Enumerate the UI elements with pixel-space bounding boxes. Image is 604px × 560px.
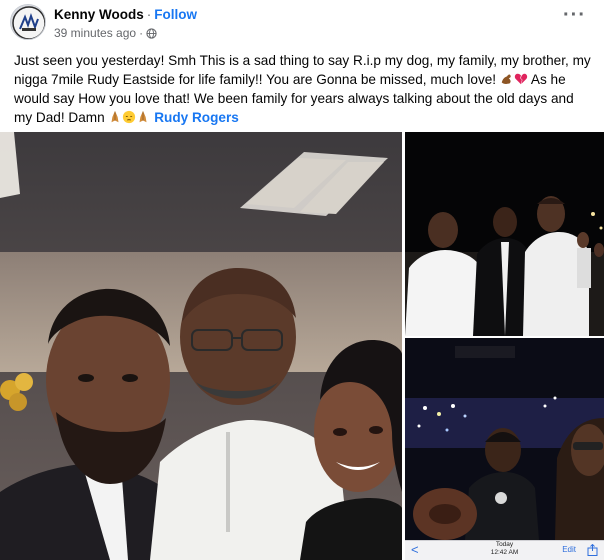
globe-icon[interactable] [146,27,157,39]
folded-hands-emoji-icon [139,110,147,123]
photo-top-right[interactable] [405,132,604,336]
flexed-biceps-emoji-icon [501,74,511,84]
phone-edit-button[interactable]: Edit [562,545,576,554]
photo-grid: < Today 12:42 AM Edit [0,132,604,560]
broken-heart-emoji-icon [514,73,528,85]
meta-separator: · [139,26,144,40]
more-options-icon[interactable]: ··· [563,5,586,25]
post-meta: 39 minutes ago · [54,26,157,40]
photo-bottom-right[interactable]: < Today 12:42 AM Edit [405,338,604,560]
author-line: Kenny Woods · Follow [54,7,197,22]
share-icon[interactable] [587,544,598,556]
author-avatar[interactable] [10,4,46,40]
post-header: Kenny Woods · Follow 39 minutes ago · ··· [0,0,604,44]
post-timestamp[interactable]: 39 minutes ago [54,26,136,40]
author-name[interactable]: Kenny Woods [54,7,144,22]
photo-main[interactable] [0,132,402,560]
pensive-face-emoji-icon [123,110,136,124]
tagged-person-link[interactable]: Rudy Rogers [154,110,239,125]
phone-toolbar: < Today 12:42 AM Edit [405,540,604,560]
follow-button[interactable]: Follow [154,7,197,22]
separator-dot: · [146,7,152,22]
post-text: Just seen you yesterday! Smh This is a s… [14,51,594,127]
folded-hands-emoji-icon [111,110,119,123]
